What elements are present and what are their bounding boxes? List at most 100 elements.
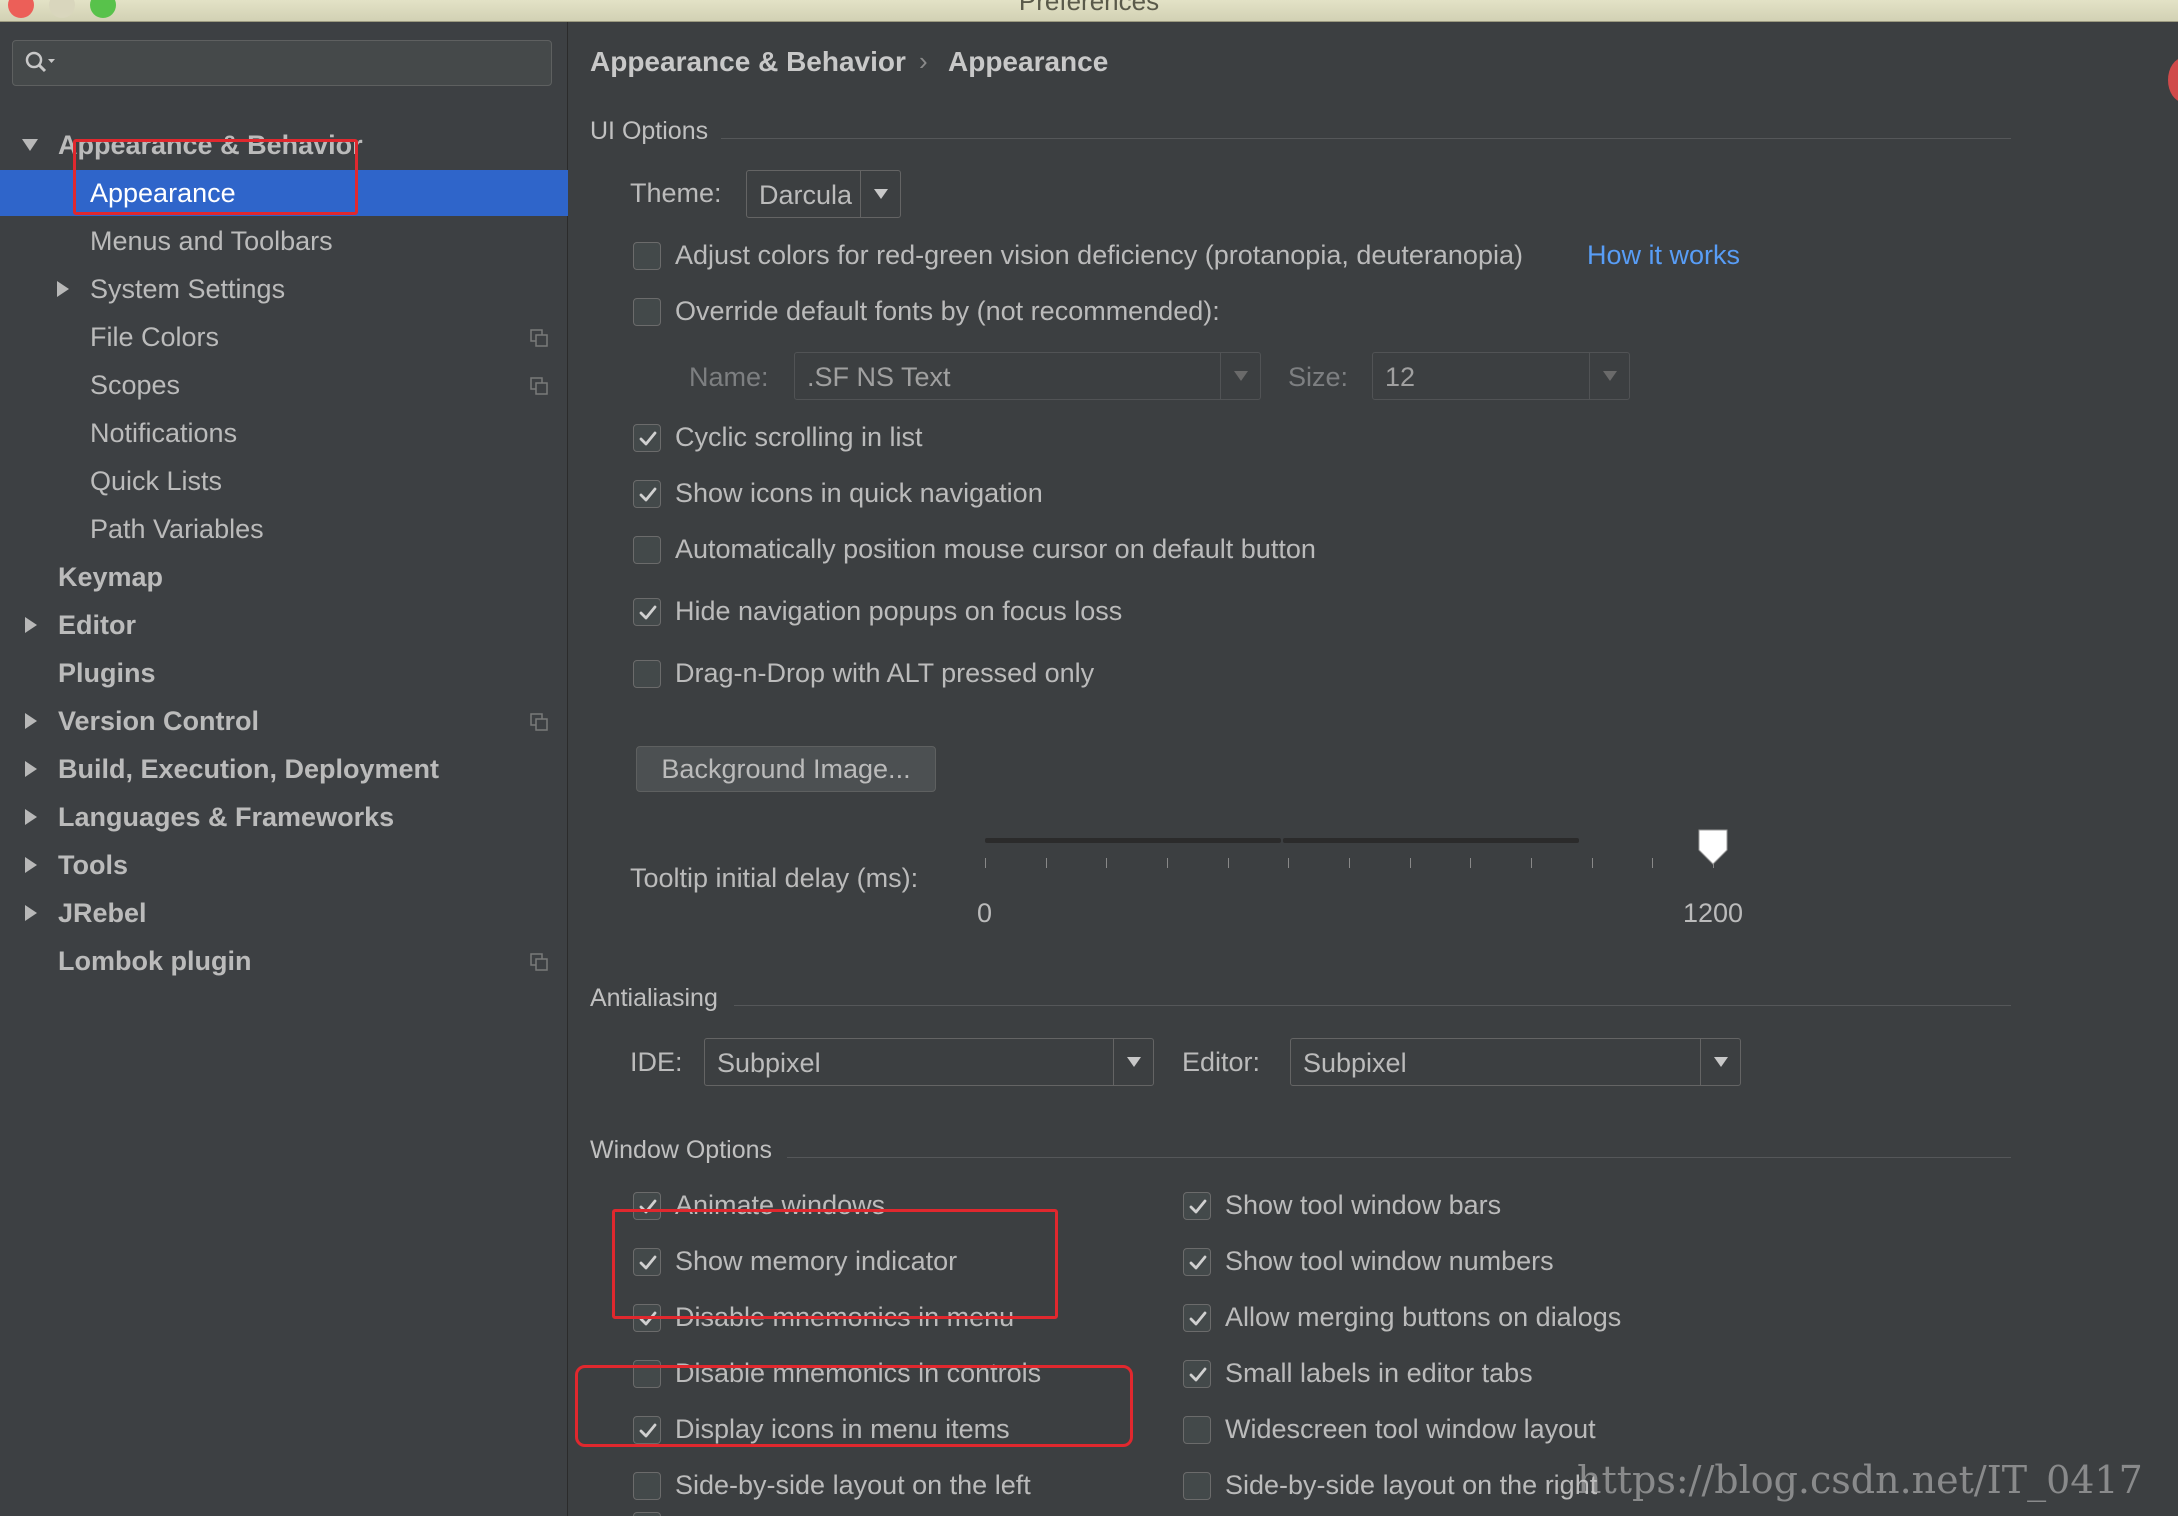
sidebar-item-label: Quick Lists (90, 466, 223, 496)
ui-options-divider (721, 138, 2011, 139)
checkbox-unchecked[interactable] (633, 1360, 661, 1388)
sidebar-item-menus-and-toolbars[interactable]: Menus and Toolbars (0, 218, 568, 264)
sidebar-item-build-execution-deployment[interactable]: Build, Execution, Deployment (0, 746, 568, 792)
sidebar-item-label: Keymap (58, 562, 164, 592)
slider-track-left (985, 838, 1281, 843)
checkbox-checked[interactable] (1183, 1304, 1211, 1332)
sidebar-item-quick-lists[interactable]: Quick Lists (0, 458, 568, 504)
chevron-down-icon (874, 189, 888, 199)
sidebar-item-path-variables[interactable]: Path Variables (0, 506, 568, 552)
sidebar-item-scopes[interactable]: Scopes (0, 362, 568, 408)
checkbox-checked[interactable] (1183, 1360, 1211, 1388)
slider-tick (1167, 858, 1168, 868)
antialiasing-divider (734, 1005, 2011, 1006)
font-name-label: Name: (689, 362, 769, 392)
sidebar-item-keymap[interactable]: Keymap (0, 554, 568, 600)
breadcrumb-current: Appearance (948, 46, 1109, 77)
sidebar-item-tools[interactable]: Tools (0, 842, 568, 888)
sidebar-item-appearance[interactable]: Appearance (0, 170, 568, 216)
chevron-down-icon (1127, 1057, 1141, 1067)
font-size-select[interactable]: 12 (1372, 352, 1630, 400)
checkbox-label: Side-by-side layout on the right (1225, 1470, 1598, 1500)
antialiasing-title: Antialiasing (590, 984, 718, 1012)
triangle-right-icon[interactable] (20, 807, 40, 827)
ide-antialiasing-select[interactable]: Subpixel (704, 1038, 1154, 1086)
background-image-button[interactable]: Background Image... (636, 746, 936, 792)
checkbox-checked[interactable] (633, 424, 661, 452)
ui-options-title: UI Options (590, 117, 709, 145)
slider-thumb[interactable] (1697, 828, 1729, 866)
triangle-right-icon[interactable] (52, 279, 72, 299)
triangle-right-icon[interactable] (20, 711, 40, 731)
font-name-select[interactable]: .SF NS Text (794, 352, 1261, 400)
sidebar-item-languages-frameworks[interactable]: Languages & Frameworks (0, 794, 568, 840)
slider-tick (1591, 858, 1593, 868)
checkbox-unchecked[interactable] (633, 242, 661, 270)
triangle-right-icon[interactable] (20, 615, 40, 635)
slider-tick (1288, 858, 1290, 868)
sidebar-item-plugins[interactable]: Plugins (0, 650, 568, 696)
sidebar-item-label: Build, Execution, Deployment (58, 754, 440, 784)
sidebar-item-label: Menus and Toolbars (90, 226, 333, 256)
checkbox-label: Widescreen tool window layout (1225, 1414, 1596, 1444)
sidebar-item-label: Editor (58, 610, 136, 640)
checkbox-unchecked[interactable] (633, 1472, 661, 1500)
chevron-down-icon (1603, 371, 1617, 381)
checkbox-unchecked[interactable] (1183, 1472, 1211, 1500)
project-scope-icon (530, 329, 548, 347)
search-icon (25, 51, 55, 73)
checkbox-unchecked[interactable] (633, 536, 661, 564)
tooltip-max-label: 1200 (1683, 898, 1744, 928)
checkbox-unchecked[interactable] (633, 660, 661, 688)
editor-antialiasing-label: Editor: (1182, 1047, 1261, 1077)
tooltip-delay-label: Tooltip initial delay (ms): (630, 863, 919, 893)
search-input[interactable] (12, 40, 552, 86)
sidebar-item-lombok-plugin[interactable]: Lombok plugin (0, 938, 568, 984)
checkbox-checked[interactable] (633, 1192, 661, 1220)
sidebar-item-version-control[interactable]: Version Control (0, 698, 568, 744)
sidebar-item-appearance-behavior[interactable]: Appearance & Behavior (0, 122, 568, 168)
checkbox-unchecked[interactable] (633, 298, 661, 326)
slider-tick (1106, 858, 1108, 868)
sidebar-item-label: Lombok plugin (58, 946, 252, 976)
slider-tick (1652, 858, 1654, 868)
triangle-down-icon[interactable] (20, 135, 40, 155)
sidebar-item-jrebel[interactable]: JRebel (0, 890, 568, 936)
slider-tick (1045, 858, 1047, 868)
checkbox-checked[interactable] (633, 1416, 661, 1444)
theme-label: Theme: (630, 178, 722, 208)
sidebar-item-notifications[interactable]: Notifications (0, 410, 568, 456)
editor-antialiasing-select[interactable]: Subpixel (1290, 1038, 1741, 1086)
checkbox-label: Show memory indicator (675, 1246, 958, 1276)
sidebar-item-file-colors[interactable]: File Colors (0, 314, 568, 360)
breadcrumb-separator: › (919, 46, 928, 76)
triangle-right-icon[interactable] (20, 903, 40, 923)
triangle-right-icon[interactable] (20, 759, 40, 779)
sidebar-item-label: Appearance & Behavior (58, 130, 363, 160)
theme-select[interactable]: Darcula (746, 170, 901, 218)
checkbox-label: Allow merging buttons on dialogs (1225, 1302, 1622, 1332)
checkbox-label: Animate windows (675, 1190, 886, 1220)
checkbox-checked[interactable] (1183, 1192, 1211, 1220)
project-scope-icon (530, 713, 548, 731)
font-size-label: Size: (1288, 362, 1349, 392)
how-it-works-link[interactable]: How it works (1587, 240, 1740, 271)
window-options-divider (787, 1157, 2011, 1158)
sidebar-item-label: Notifications (90, 418, 238, 448)
sidebar-item-label: Plugins (58, 658, 156, 688)
checkbox-checked[interactable] (633, 598, 661, 626)
window-options-title: Window Options (590, 1136, 773, 1164)
breadcrumb-parent[interactable]: Appearance & Behavior (590, 46, 906, 78)
sidebar-item-editor[interactable]: Editor (0, 602, 568, 648)
sidebar-item-label: Languages & Frameworks (58, 802, 395, 832)
sidebar-item-system-settings[interactable]: System Settings (0, 266, 568, 312)
triangle-right-icon[interactable] (20, 855, 40, 875)
checkbox-checked[interactable] (633, 480, 661, 508)
watermark: https://blog.csdn.net/IT_0417 (1577, 1458, 2143, 1502)
checkbox-checked[interactable] (1183, 1248, 1211, 1276)
checkbox-checked[interactable] (633, 1248, 661, 1276)
checkbox-unchecked[interactable] (1183, 1416, 1211, 1444)
slider-tick (1349, 858, 1350, 868)
sidebar-item-label: Appearance (90, 178, 236, 208)
checkbox-checked[interactable] (633, 1304, 661, 1332)
